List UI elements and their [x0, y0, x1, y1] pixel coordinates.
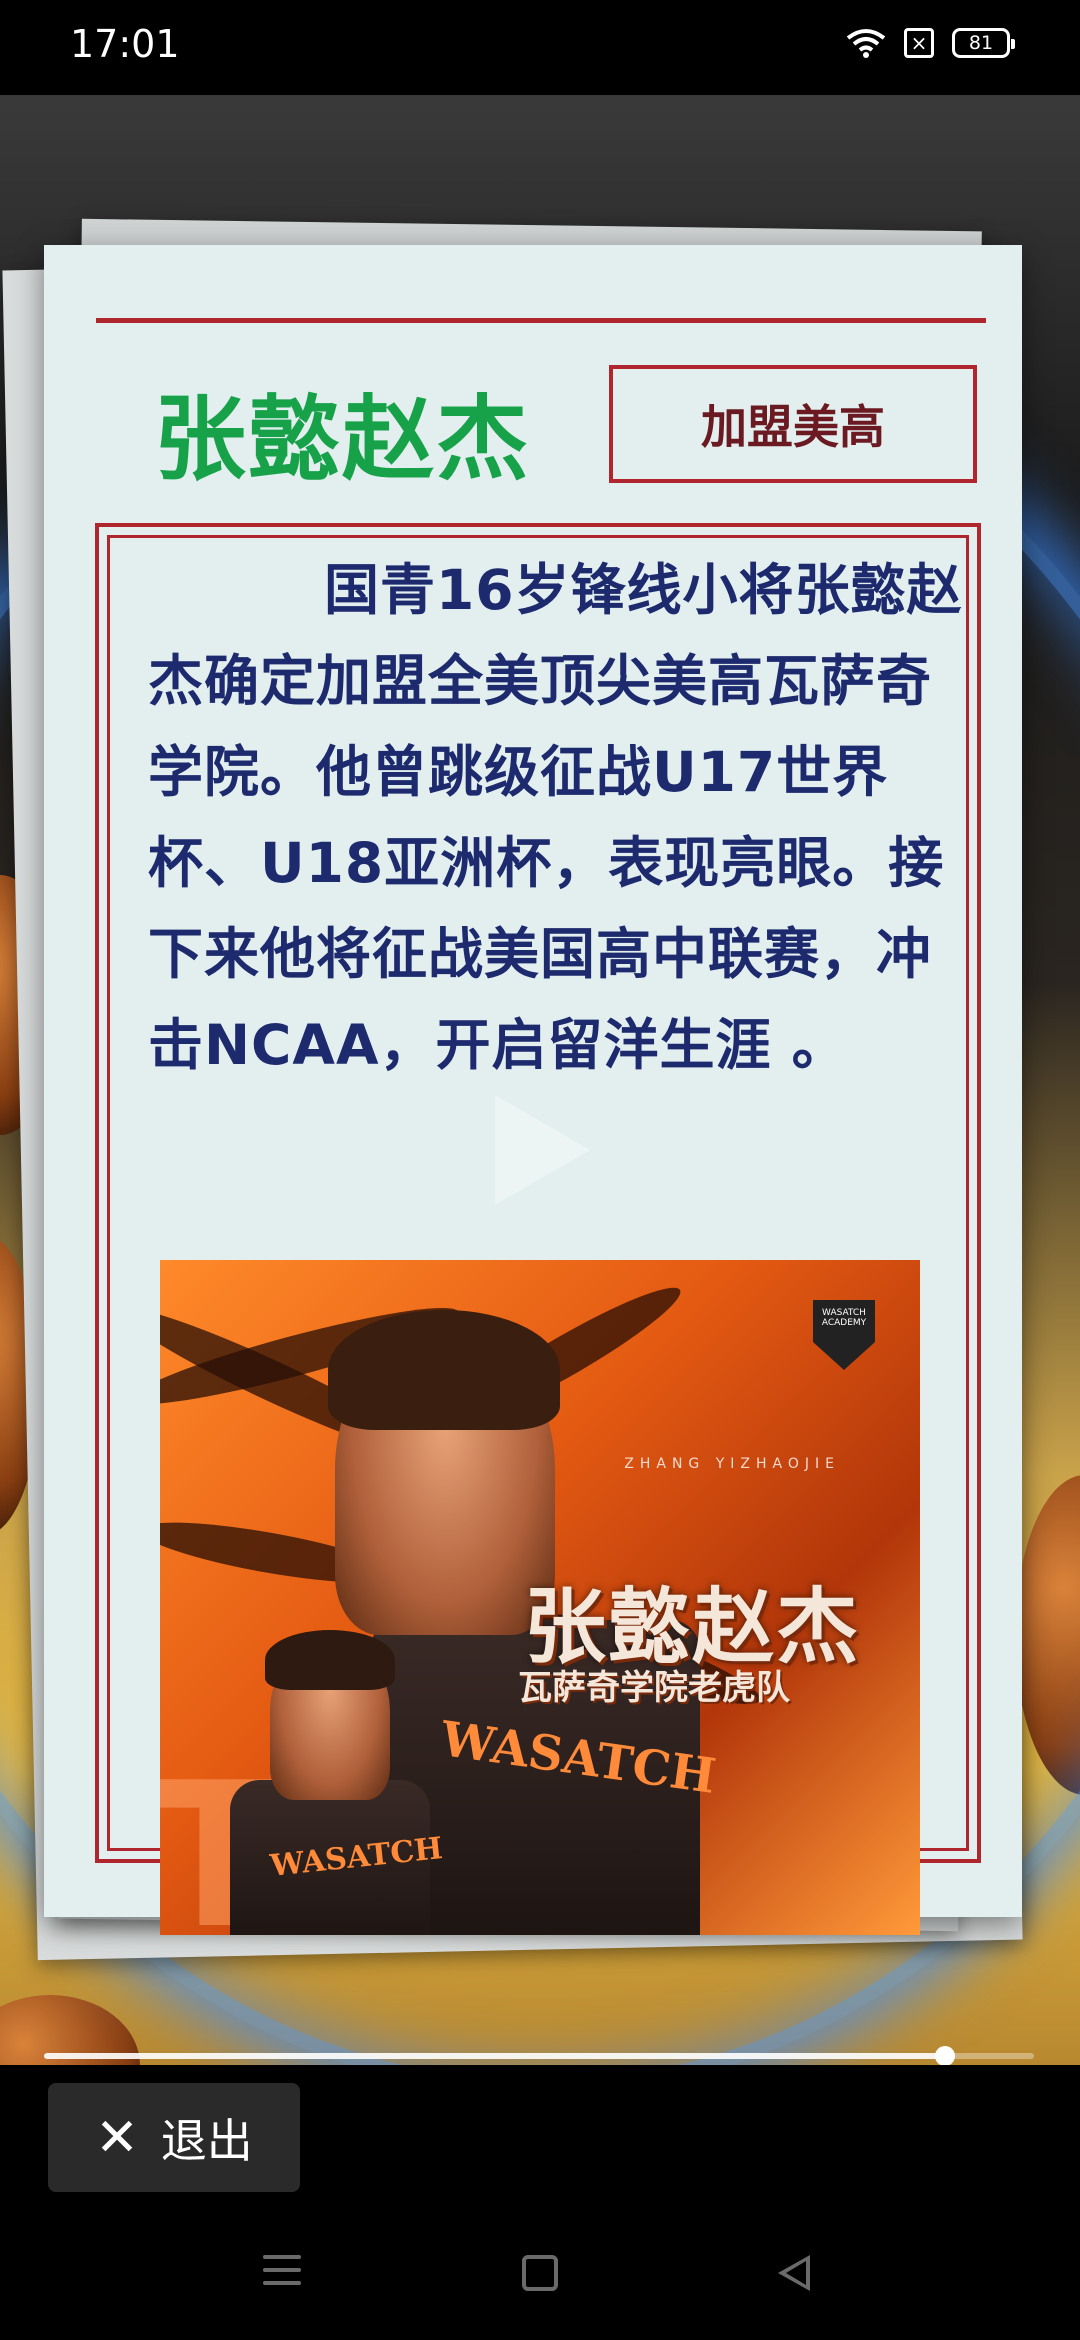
- status-time: 17:01: [70, 22, 180, 66]
- wifi-icon: [846, 28, 886, 58]
- school-badge-icon: WASATCH ACADEMY: [813, 1300, 875, 1370]
- poster-subtitle: 瓦萨奇学院老虎队: [518, 1668, 790, 1708]
- player-poster-image: TE WASATCH ACADEMY ZHANG YIZHAOJIE WASAT…: [160, 1260, 920, 1935]
- progress-bar[interactable]: [44, 2046, 1034, 2065]
- no-sim-icon: ×: [904, 28, 934, 58]
- player-hair: [265, 1630, 395, 1690]
- video-player[interactable]: 张懿赵杰 加盟美高 国青16岁锋线小将张懿赵杰确定加盟全美顶尖美高瓦萨奇学院。他…: [0, 95, 1080, 2065]
- navigation-bar: [0, 2215, 1080, 2340]
- play-icon[interactable]: [495, 1095, 590, 1205]
- close-icon: ✕: [95, 2107, 139, 2168]
- article-text: 国青16岁锋线小将张懿赵杰确定加盟全美顶尖美高瓦萨奇学院。他曾跳级征战U17世界…: [148, 558, 963, 1077]
- status-bar: 17:01 × 81: [0, 0, 1080, 95]
- divider-line: [96, 318, 986, 323]
- poster-small-text: ZHANG YIZHAOJIE: [624, 1456, 840, 1472]
- player-hair: [328, 1310, 560, 1430]
- battery-level: 81: [968, 32, 994, 54]
- status-icons: × 81: [846, 28, 1015, 58]
- exit-button[interactable]: ✕ 退出: [48, 2083, 300, 2192]
- exit-label: 退出: [160, 2113, 253, 2168]
- info-card: 张懿赵杰 加盟美高 国青16岁锋线小将张懿赵杰确定加盟全美顶尖美高瓦萨奇学院。他…: [44, 245, 1022, 1935]
- tag-box: 加盟美高: [609, 365, 977, 483]
- progress-thumb[interactable]: [934, 2046, 955, 2065]
- home-icon[interactable]: [522, 2255, 558, 2291]
- player-name: 张懿赵杰: [154, 386, 531, 493]
- menu-icon[interactable]: [263, 2255, 301, 2294]
- back-icon[interactable]: [778, 2255, 810, 2291]
- progress-fill: [44, 2053, 945, 2059]
- battery-icon: 81: [952, 28, 1015, 58]
